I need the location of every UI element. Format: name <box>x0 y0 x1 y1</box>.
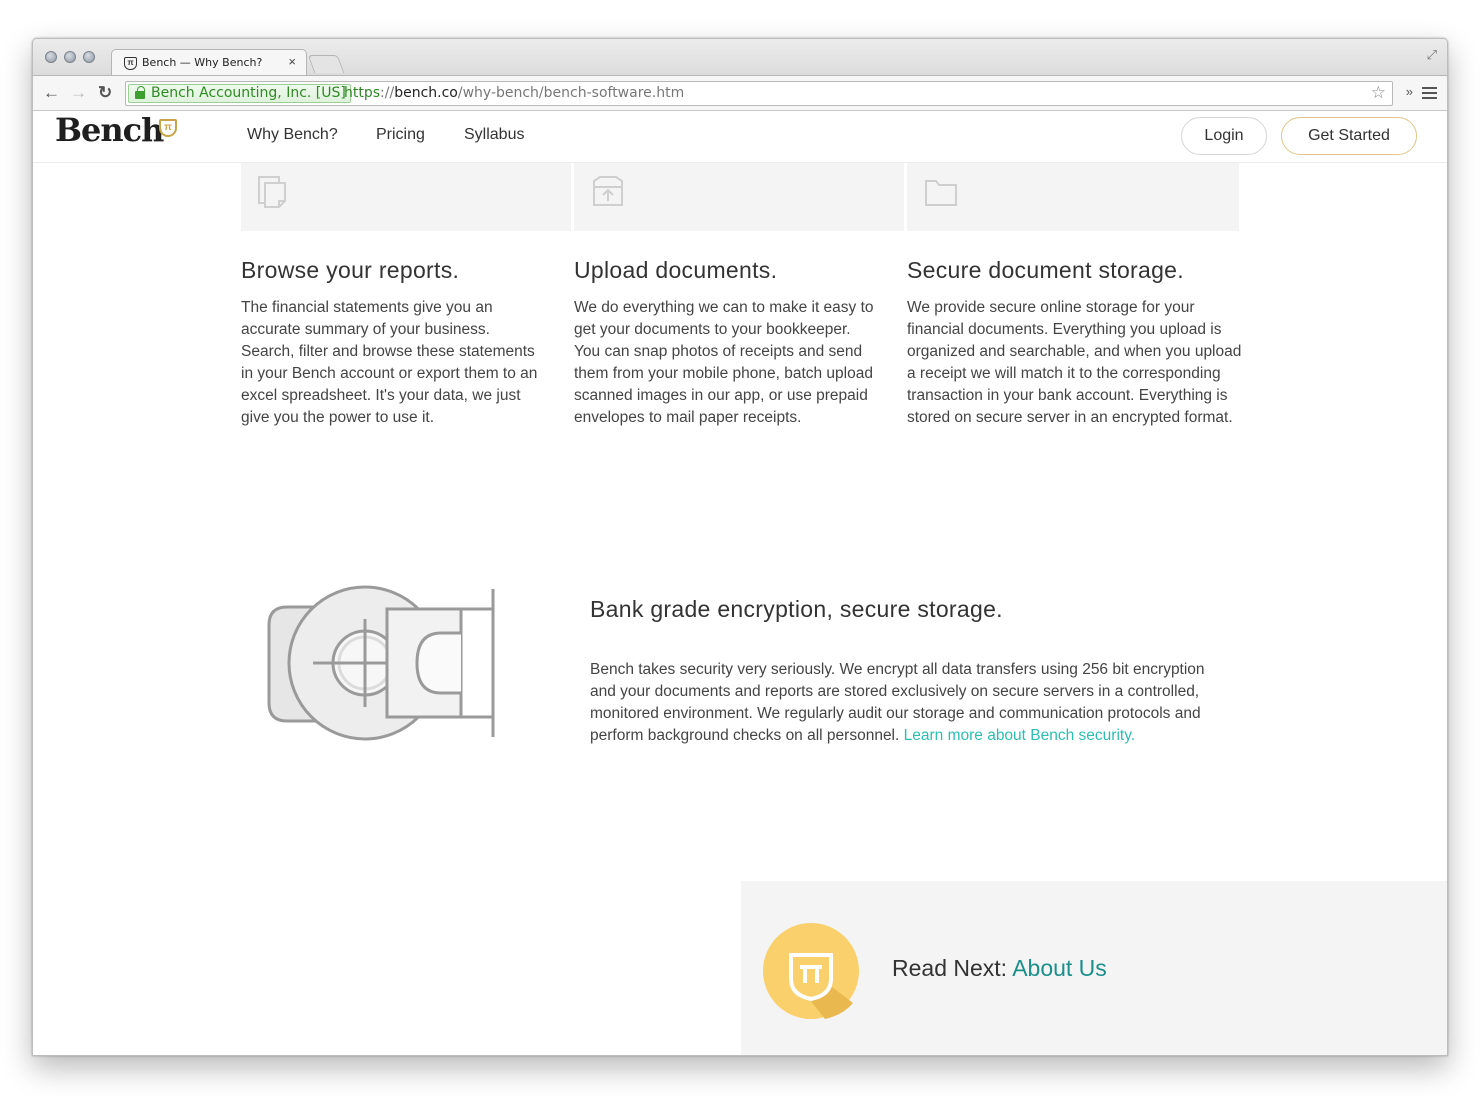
nav-why-bench[interactable]: Why Bench? <box>247 126 338 144</box>
browser-window: π Bench — Why Bench? × ⤢ ← → ↻ Bench Acc… <box>32 38 1448 1056</box>
close-window-button[interactable] <box>45 51 57 63</box>
lock-icon <box>135 86 145 99</box>
login-button[interactable]: Login <box>1181 117 1267 155</box>
zoom-window-button[interactable] <box>83 51 95 63</box>
new-tab-button[interactable] <box>307 55 345 73</box>
bench-badge-icon <box>763 923 859 1019</box>
folder-icon <box>925 180 957 206</box>
security-learn-more-link[interactable]: Learn more about Bench security. <box>904 727 1135 744</box>
reload-icon[interactable]: ↻ <box>98 83 112 103</box>
feature-title-reports: Browse your reports. <box>241 257 460 283</box>
get-started-button[interactable]: Get Started <box>1281 117 1417 155</box>
feature-body-reports: The financial statements give you an acc… <box>241 299 538 426</box>
url-host: bench.co <box>394 85 458 101</box>
ev-label: Bench Accounting, Inc. [US] <box>151 85 346 101</box>
nav-syllabus[interactable]: Syllabus <box>464 126 524 144</box>
read-next-about-us-link[interactable]: About Us <box>1012 955 1107 981</box>
feature-body-storage: We provide secure online storage for you… <box>907 299 1242 426</box>
feature-body-upload: We do everything we can to make it easy … <box>574 299 874 426</box>
extensions-overflow-icon[interactable]: » <box>1406 84 1413 99</box>
tab-title: Bench — Why Bench? <box>142 56 263 69</box>
ev-certificate-badge[interactable]: Bench Accounting, Inc. [US] <box>128 84 351 103</box>
feature-image-upload <box>574 163 904 231</box>
forward-icon[interactable]: → <box>70 83 87 103</box>
feature-image-storage <box>907 163 1239 231</box>
browser-tab[interactable]: π Bench — Why Bench? × <box>111 49 307 76</box>
security-title: Bank grade encryption, secure storage. <box>590 596 1003 622</box>
hamburger-menu-icon[interactable] <box>1422 87 1437 99</box>
address-bar[interactable]: Bench Accounting, Inc. [US] https://benc… <box>125 81 1393 106</box>
url-path: /why-bench/bench-software.htm <box>457 85 685 101</box>
vault-lock-icon <box>267 585 495 741</box>
security-body: Bench takes security very seriously. We … <box>590 659 1230 747</box>
feature-title-storage: Secure document storage. <box>907 257 1184 283</box>
url-text[interactable]: https://bench.co/why-bench/bench-softwar… <box>344 85 684 102</box>
site-header: Bench π Why Bench? Pricing Syllabus Logi… <box>33 111 1447 163</box>
page-content: Bench π Why Bench? Pricing Syllabus Logi… <box>33 111 1447 1055</box>
bench-favicon-icon: π <box>124 57 137 70</box>
read-next-label: Read Next: About Us <box>892 955 1107 982</box>
nav-pricing[interactable]: Pricing <box>376 126 425 144</box>
minimize-window-button[interactable] <box>64 51 76 63</box>
back-icon[interactable]: ← <box>43 83 60 103</box>
bench-shield-icon: π <box>159 119 177 137</box>
tab-close-icon[interactable]: × <box>288 54 296 69</box>
url-scheme: https <box>344 85 381 101</box>
browser-toolbar: ← → ↻ Bench Accounting, Inc. [US] https:… <box>33 75 1447 111</box>
feature-title-upload: Upload documents. <box>574 257 778 283</box>
documents-icon <box>258 176 286 208</box>
read-next-panel: Read Next: About Us <box>741 881 1447 1055</box>
bench-logo[interactable]: Bench <box>55 111 164 149</box>
fullscreen-icon[interactable]: ⤢ <box>1427 47 1437 63</box>
url-separator: :// <box>380 85 395 101</box>
upload-icon <box>593 176 623 206</box>
window-controls <box>45 51 95 63</box>
tab-bar: π Bench — Why Bench? × ⤢ <box>33 39 1447 76</box>
bookmark-star-icon[interactable]: ☆ <box>1371 83 1386 103</box>
feature-image-reports <box>241 163 571 231</box>
read-next-prefix: Read Next: <box>892 955 1013 981</box>
